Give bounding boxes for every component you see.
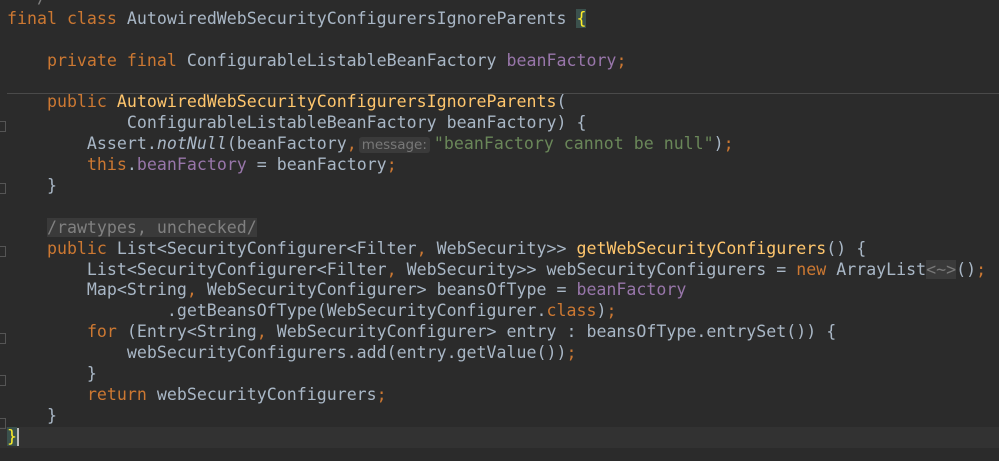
code-line[interactable]: this.beanFactory = beanFactory; xyxy=(0,155,999,176)
code-token: for xyxy=(86,322,127,342)
code-token: () { xyxy=(826,238,867,258)
code-token: . xyxy=(126,155,137,175)
code-token: WebSecurity>> webSecurityConfigurers = xyxy=(406,259,797,279)
code-token: ) xyxy=(596,301,607,321)
code-token: List<SecurityConfigurer<Filter xyxy=(116,238,417,258)
code-token: .getBeansOfType(WebSecurityConfigurer. xyxy=(7,301,547,321)
code-token: WebSecurityConfigurer> beansOfType = xyxy=(206,280,577,300)
code-token: ConfigurableListableBeanFactory beanFact… xyxy=(7,113,587,133)
code-token: Map<String xyxy=(7,280,187,300)
code-token: /rawtypes, unchecked/ xyxy=(46,217,257,237)
code-token: beanFactory xyxy=(576,280,687,300)
code-line[interactable]: webSecurityConfigurers.add(entry.getValu… xyxy=(0,343,999,364)
code-token: ; xyxy=(616,50,627,70)
code-token: getWebSecurityConfigurers xyxy=(576,238,827,258)
code-token: , xyxy=(386,259,407,279)
code-line[interactable]: for (Entry<String, WebSecurityConfigurer… xyxy=(0,322,999,343)
code-token: AutowiredWebSecurityConfigurersIgnorePar… xyxy=(116,92,557,112)
code-line[interactable]: List<SecurityConfigurer<Filter, WebSecur… xyxy=(0,259,999,281)
code-line[interactable]: } xyxy=(0,364,999,385)
code-token: (beanFactory xyxy=(226,134,347,154)
code-token: , xyxy=(256,322,277,342)
fold-marker-icon[interactable] xyxy=(0,183,6,194)
code-token: AutowiredWebSecurityConfigurersIgnorePar… xyxy=(126,8,577,28)
code-token: = beanFactory xyxy=(246,155,387,175)
code-token: , xyxy=(416,238,437,258)
code-line[interactable] xyxy=(0,72,999,93)
code-token: beanFactory xyxy=(506,50,617,70)
fold-marker-icon[interactable] xyxy=(0,375,6,386)
code-token: ; xyxy=(376,384,387,404)
code-token: () xyxy=(956,259,977,279)
code-token: List<SecurityConfigurer<Filter xyxy=(7,259,387,279)
code-line[interactable]: } xyxy=(0,176,999,197)
code-token: ( xyxy=(556,92,567,112)
code-line[interactable]: /rawtypes, unchecked/ xyxy=(0,217,999,239)
code-line[interactable]: } xyxy=(0,406,999,427)
code-token: ; xyxy=(723,134,734,154)
code-line[interactable]: ConfigurableListableBeanFactory beanFact… xyxy=(0,113,999,134)
code-line[interactable]: .getBeansOfType(WebSecurityConfigurer.cl… xyxy=(0,301,999,322)
code-token: return xyxy=(86,384,157,404)
code-token: ; xyxy=(566,343,577,363)
code-line[interactable]: public List<SecurityConfigurer<Filter, W… xyxy=(0,239,999,260)
code-line[interactable]: public AutowiredWebSecurityConfigurersIg… xyxy=(0,92,999,113)
folded-diamond[interactable]: <~> xyxy=(926,259,957,279)
code-line[interactable]: return webSecurityConfigurers; xyxy=(0,385,999,406)
code-token: webSecurityConfigurers.add(entry.getValu… xyxy=(7,343,567,363)
code-token: this xyxy=(86,155,127,175)
code-line[interactable]: Assert.notNull(beanFactory, message: "bean… xyxy=(0,134,999,155)
code-token: class xyxy=(546,301,597,321)
code-editor[interactable]: */final class AutowiredWebSecurityConfig… xyxy=(0,0,999,448)
code-token: notNull xyxy=(156,134,227,154)
code-token: */ xyxy=(7,0,47,7)
parameter-hint: message: xyxy=(358,137,430,154)
matched-brace: { xyxy=(576,8,587,28)
method-separator xyxy=(7,93,999,94)
code-token: "beanFactory cannot be null" xyxy=(433,134,714,154)
code-token: public xyxy=(7,92,117,112)
code-line[interactable]: final class AutowiredWebSecurityConfigur… xyxy=(0,8,999,30)
code-token: , xyxy=(186,280,207,300)
code-token: webSecurityConfigurers xyxy=(156,384,377,404)
fold-marker-icon[interactable] xyxy=(0,418,6,429)
code-token: new xyxy=(796,259,837,279)
code-line[interactable]: } xyxy=(0,426,999,448)
fold-marker-icon[interactable] xyxy=(0,121,6,132)
code-token: ConfigurableListableBeanFactory xyxy=(186,50,507,70)
code-token: final class xyxy=(7,8,127,28)
code-token: public xyxy=(7,238,117,258)
code-token: ) xyxy=(713,134,724,154)
code-token: WebSecurity>> xyxy=(436,238,577,258)
code-token: } xyxy=(7,176,57,196)
code-token: ; xyxy=(606,301,617,321)
code-token: Assert. xyxy=(7,134,157,154)
code-line[interactable]: */ xyxy=(0,0,999,9)
code-token: (Entry<String xyxy=(126,322,257,342)
text-caret xyxy=(17,428,19,447)
matched-brace: } xyxy=(7,426,17,446)
code-token: WebSecurityConfigurer> entry : beansOfTy… xyxy=(276,322,837,342)
code-token: private final xyxy=(7,50,187,70)
code-token: } xyxy=(7,405,57,425)
code-token: ArrayList xyxy=(836,259,927,279)
fold-marker-icon[interactable] xyxy=(0,246,6,257)
code-line[interactable] xyxy=(0,197,999,218)
code-token: ; xyxy=(976,259,987,279)
fold-marker-icon[interactable] xyxy=(0,333,6,344)
code-token: ; xyxy=(386,155,397,175)
code-line[interactable]: Map<String, WebSecurityConfigurer> beans… xyxy=(0,280,999,301)
code-token: } xyxy=(7,364,97,384)
code-token: beanFactory xyxy=(136,155,247,175)
code-line[interactable] xyxy=(0,30,999,51)
code-token: , xyxy=(346,134,357,154)
code-line[interactable]: private final ConfigurableListableBeanFa… xyxy=(0,51,999,72)
